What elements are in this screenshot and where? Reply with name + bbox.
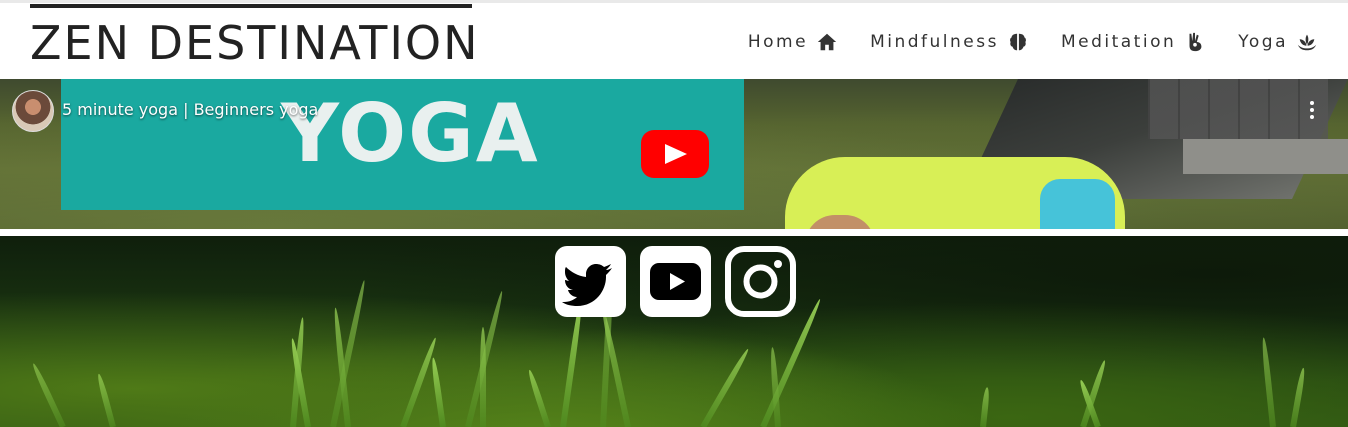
grass-blade [700,347,751,427]
site-logo[interactable]: ZEN DESTINATION [30,4,478,66]
grass-blade [526,369,551,427]
grass-blade [95,373,116,427]
nav-item-mindfulness[interactable]: Mindfulness [870,31,1029,53]
thumbnail-word: YOGA [281,87,540,180]
grass-blade [1260,337,1276,427]
nav-item-home[interactable]: Home [748,31,838,53]
nav-label-mindfulness: Mindfulness [870,32,999,52]
grass-blade [760,297,823,427]
more-options-icon[interactable] [1306,101,1318,123]
meditation-hand-icon [1189,32,1202,52]
nav-label-yoga: Yoga [1238,32,1288,52]
video-pavement [1183,139,1348,174]
section-divider [0,229,1348,236]
twitter-icon [562,264,612,306]
video-embed[interactable]: YOGA 5 minute yoga | Beginners yoga [0,79,1348,229]
home-icon [817,33,837,51]
play-icon [665,144,687,164]
video-person-detail [1040,179,1115,229]
instagram-icon [725,246,796,317]
grass-blade [30,362,66,427]
site-header: ZEN DESTINATION Home Mindfulness Meditat… [0,3,1348,79]
youtube-icon [650,263,701,300]
brain-icon [1010,33,1026,51]
social-footer [0,236,1348,427]
channel-avatar[interactable] [12,90,54,132]
grass-blade [430,357,446,427]
grass-blade [560,297,585,427]
lotus-icon [1297,34,1317,51]
grass-blade [480,327,486,427]
grass-blade [400,336,439,427]
main-nav: Home Mindfulness Meditation Yoga [748,31,1318,53]
play-button[interactable] [641,130,709,178]
instagram-link[interactable] [725,246,796,317]
video-wall [1148,79,1328,139]
nav-item-yoga[interactable]: Yoga [1238,31,1318,53]
social-links [555,246,796,317]
video-title[interactable]: 5 minute yoga | Beginners yoga [62,100,318,119]
grass-blade [980,386,991,427]
nav-item-meditation[interactable]: Meditation [1061,31,1206,53]
nav-label-home: Home [747,32,809,52]
twitter-link[interactable] [555,246,626,317]
grass-blade [1290,367,1307,427]
youtube-link[interactable] [640,246,711,317]
nav-label-meditation: Meditation [1060,32,1177,52]
